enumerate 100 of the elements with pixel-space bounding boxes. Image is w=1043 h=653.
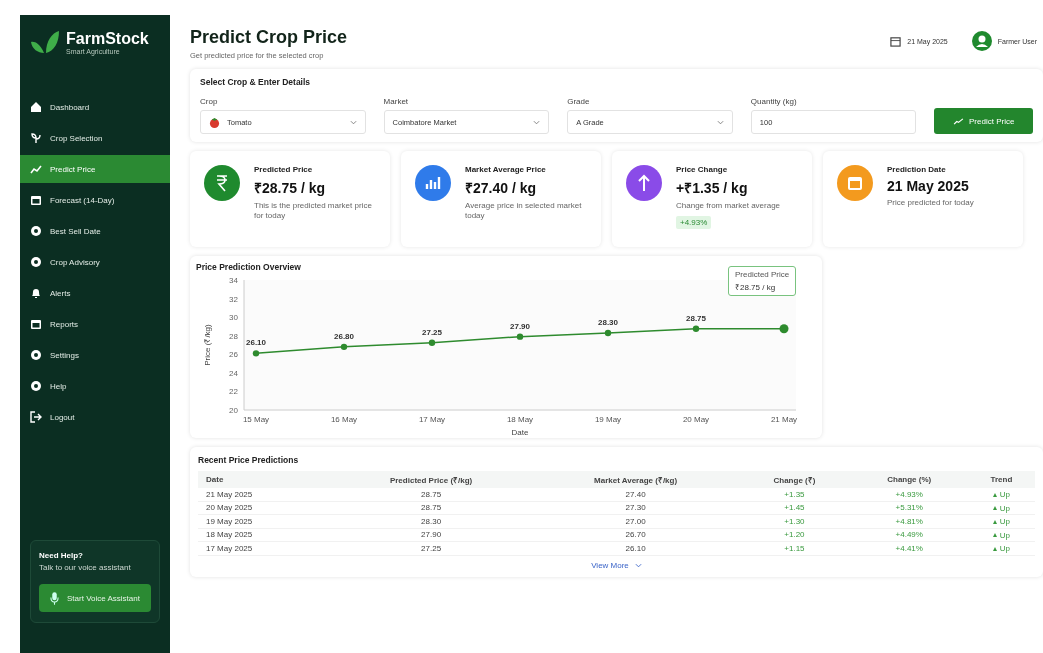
up-arrow-icon [992,506,997,510]
data-point[interactable] [604,329,612,337]
y-tick-label: 20 [229,406,238,415]
column-header: Change (₹) [738,471,851,488]
table-cell: +1.15 [738,541,851,555]
card-value: 21 May 2025 [887,178,970,194]
nav-item[interactable]: Reports [20,310,170,338]
trend-text: Up [999,517,1011,526]
x-tick-label: 19 May [594,415,622,424]
up-arrow-icon [992,533,997,537]
y-tick-label: 22 [229,387,238,397]
column-header: Trend [967,471,1035,488]
table-cell: 28.75 [329,488,533,501]
field-label: Market [383,97,410,106]
table-cell: 17 May 2025 [198,541,330,555]
change-badge: +4.93% [676,216,712,229]
column-header: Change (%) [850,471,968,488]
column-header: Predicted Price (₹/kg) [329,471,533,488]
chevron-down-icon [634,562,642,568]
table-cell: +1.20 [738,528,851,542]
predict-price-button[interactable]: Predict Price [934,108,1033,134]
data-point[interactable] [692,325,700,332]
nav-item[interactable]: Predict Price [20,155,170,183]
y-tick-label: 30 [229,313,238,323]
y-tick-label: 28 [229,331,238,341]
nav-item[interactable]: Best Sell Date [20,217,170,245]
data-point[interactable] [779,324,789,334]
data-label: 28.75 [686,313,706,323]
tooltip-value: ₹28.75 / kg [735,282,777,292]
data-point[interactable] [516,333,524,340]
table-cell: +4.41% [850,541,968,555]
table-cell: 27.90 [329,528,533,542]
data-point[interactable] [428,339,436,346]
nav-item[interactable]: Dashboard [20,93,170,121]
nav-item[interactable]: Alerts [20,279,170,307]
nav-item[interactable]: Forecast (14-Day) [20,186,170,214]
up-arrow-icon [992,519,997,524]
data-label: 27.90 [510,321,530,331]
field-label: Crop [200,97,219,106]
table-cell: 27.25 [329,541,533,555]
report-icon [30,318,42,330]
card-note: This is the predicted market price for today [254,201,373,221]
y-tick-label: 24 [229,368,238,378]
up-arrow-icon [992,492,997,497]
table-cell: 26.10 [532,541,739,555]
trend-icon [953,117,965,125]
tomato-icon [209,116,220,128]
trend-text: Up [999,503,1011,513]
trend-icon [30,163,42,175]
home-icon [30,101,42,113]
data-label: 26.10 [246,338,266,348]
trend-text: Up [999,490,1011,499]
voice-assistant-button[interactable]: Start Voice Assistant [39,584,151,612]
y-tick-label: 26 [229,350,238,360]
card-title: Price Change [676,165,729,174]
data-label: 27.25 [422,327,442,337]
sprout-icon [30,132,42,144]
y-axis-title: Price (₹/kg) [203,324,212,366]
chart-title: Price Prediction Overview [196,262,301,272]
data-label: 26.80 [334,331,354,341]
calendar-icon [30,194,42,206]
bell-icon [30,287,42,299]
table-cell: 27.00 [532,514,739,528]
y-tick-label: 34 [229,276,238,285]
nav-item[interactable]: Crop Advisory [20,248,170,276]
table-cell: 26.70 [532,528,739,542]
x-tick-label: 21 May [770,415,798,424]
x-tick-label: 20 May [682,415,710,424]
card-title: Market Average Price [465,165,547,174]
table-cell: 28.75 [329,501,533,515]
card-title: Prediction Date [887,165,947,174]
card-value: ₹27.40 / kg [465,179,538,197]
data-point[interactable] [252,350,260,357]
data-point[interactable] [340,343,348,351]
nav-item[interactable]: Settings [20,341,170,369]
chevron-down-icon [349,119,357,125]
table-cell: +5.31% [850,501,968,515]
logout-icon [30,411,42,423]
up-arrow-icon [992,546,997,551]
card-note: Price predicted for today [887,198,975,208]
card-title: Predicted Price [254,165,314,174]
table-cell: 28.30 [329,514,533,528]
chevron-down-icon [716,119,724,125]
table-cell: +1.35 [738,488,851,501]
table-cell: 27.30 [532,501,739,515]
table-cell: 19 May 2025 [198,514,330,528]
help-text: Talk to our voice assistant [39,563,132,572]
card-note: Change from market average [676,201,782,211]
trend-text: Up [999,544,1011,553]
field-label: Grade [567,97,591,106]
table-cell: 21 May 2025 [198,488,330,501]
x-tick-label: 17 May [418,415,446,424]
nav-item[interactable]: Crop Selection [20,124,170,152]
view-more-link[interactable]: View More [585,559,648,571]
x-axis-title: Date [511,428,529,437]
nav-item[interactable]: Help [20,372,170,400]
nav-item[interactable]: Logout [20,403,170,431]
brand-name: FarmStock [66,29,149,48]
table-cell: +1.45 [738,501,851,515]
user-avatar-icon[interactable] [971,31,992,51]
